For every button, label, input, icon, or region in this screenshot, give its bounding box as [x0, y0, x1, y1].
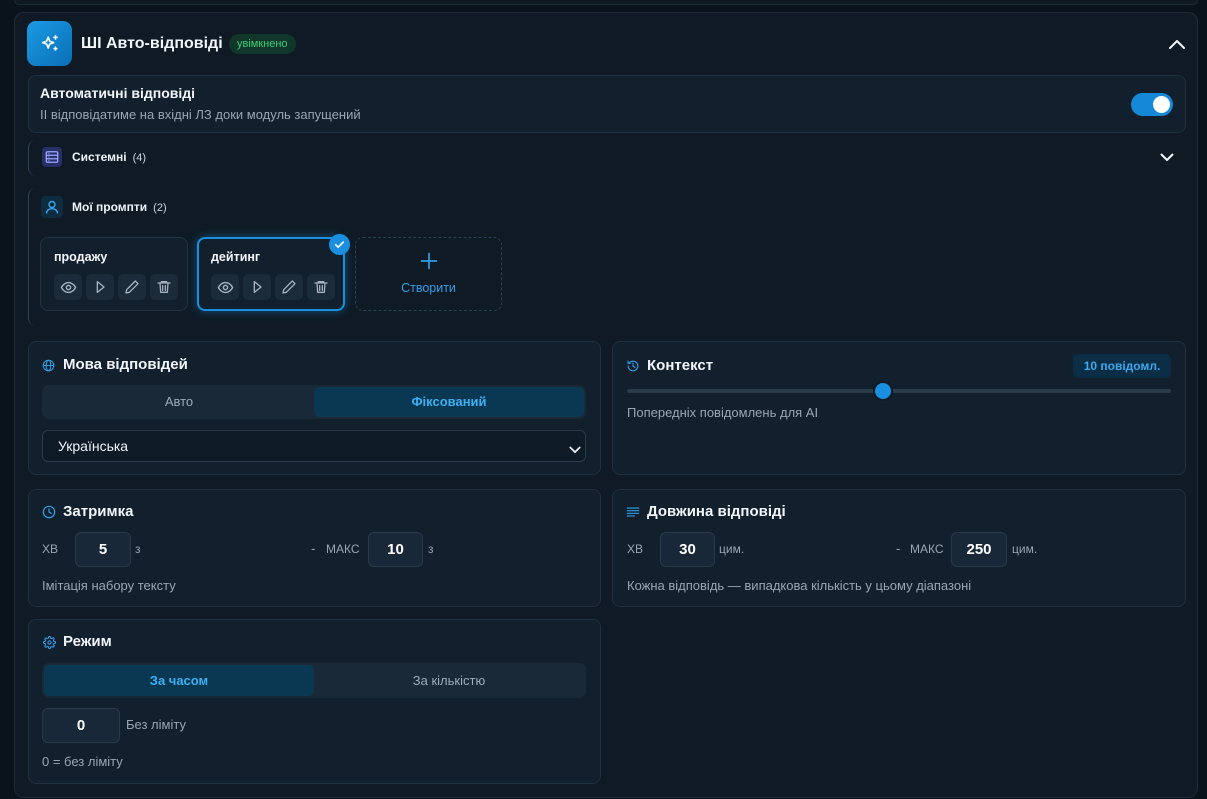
language-mode-auto[interactable]: Авто — [44, 387, 314, 417]
eye-icon[interactable] — [54, 274, 82, 300]
mode-by-count[interactable]: За кількістю — [314, 665, 584, 696]
length-min-input[interactable] — [660, 532, 715, 567]
auto-replies-title: Автоматичні відповіді — [40, 85, 196, 101]
language-select-value: Українська — [58, 438, 129, 454]
prompt-actions — [211, 274, 335, 300]
chevron-down-icon[interactable] — [1159, 150, 1175, 164]
delay-description: Імітація набору тексту — [42, 578, 176, 593]
user-icon — [41, 196, 63, 218]
system-prompts-count: (4) — [132, 152, 147, 164]
delay-min-label: ХВ — [42, 542, 59, 556]
my-prompts-label: Мої промпти (2) — [72, 199, 167, 216]
my-prompts-label-text: Мої промпти — [72, 200, 148, 214]
length-max-unit: цим. — [1012, 542, 1038, 556]
length-separator: - — [896, 541, 901, 556]
context-count-badge: 10 повідомл. — [1073, 354, 1171, 378]
limit-hint: 0 = без ліміту — [42, 754, 123, 769]
pencil-icon[interactable] — [118, 274, 146, 300]
system-prompts-label: Системні (4) — [72, 149, 146, 166]
create-prompt-button[interactable]: Створити — [355, 237, 502, 311]
globe-icon — [42, 358, 55, 372]
prompt-actions — [54, 274, 178, 300]
auto-replies-row — [28, 75, 1186, 133]
trash-icon[interactable] — [150, 274, 178, 300]
system-prompts-header[interactable] — [28, 140, 1186, 176]
context-slider-thumb[interactable] — [874, 383, 891, 399]
play-icon[interactable] — [243, 274, 271, 300]
delay-title: Затримка — [63, 503, 134, 520]
my-prompts-count: (2) — [153, 202, 167, 214]
context-description: Попередніх повідомлень для АІ — [627, 405, 819, 420]
length-max-label: МАКС — [910, 542, 944, 556]
clock-icon — [42, 505, 56, 519]
delay-min-input[interactable] — [75, 532, 131, 567]
language-select[interactable]: Українська — [42, 430, 586, 462]
language-mode-fixed[interactable]: Фіксований — [314, 387, 584, 417]
create-prompt-label: Створити — [401, 281, 456, 295]
previous-panel-edge — [14, 0, 1198, 5]
length-title: Довжина відповіді — [647, 503, 786, 520]
mode-by-time[interactable]: За часом — [44, 665, 314, 696]
gear-icon — [42, 635, 56, 649]
language-title: Мова відповідей — [63, 356, 188, 373]
context-slider-track[interactable] — [627, 389, 1171, 393]
selected-check-icon — [329, 234, 350, 255]
length-min-label: ХВ — [627, 542, 644, 556]
system-prompts-label-text: Системні — [72, 150, 127, 164]
limit-label: Без ліміту — [126, 717, 186, 732]
delay-separator: - — [311, 541, 316, 556]
length-max-input[interactable] — [951, 532, 1007, 567]
delay-max-label: МАКС — [326, 542, 360, 556]
auto-replies-description: ІІ відповідатиме на вхідні ЛЗ доки модул… — [40, 107, 361, 122]
status-badge: увімкнено — [229, 34, 296, 54]
mode-switch: За часом За кількістю — [42, 663, 586, 698]
delay-min-unit: з — [135, 542, 141, 556]
chevron-down-icon — [569, 441, 581, 459]
prompt-card[interactable]: продажу — [40, 237, 188, 311]
text-lines-icon — [626, 505, 640, 519]
context-title: Контекст — [647, 357, 714, 374]
mode-title: Режим — [63, 633, 112, 650]
eye-icon[interactable] — [211, 274, 239, 300]
length-min-unit: цим. — [719, 542, 745, 556]
length-description: Кожна відповідь — випадкова кількість у … — [627, 578, 972, 593]
my-prompts-bracket — [28, 188, 38, 326]
language-mode-switch: Авто Фіксований — [42, 385, 586, 419]
prompt-name: дейтинг — [211, 250, 261, 264]
panel-title: ШІ Авто-відповіді — [81, 35, 223, 52]
sparkles-icon — [27, 21, 72, 66]
chevron-up-icon[interactable] — [1166, 35, 1188, 53]
prompt-card[interactable]: дейтинг — [197, 237, 345, 311]
list-icon — [42, 147, 62, 167]
plus-icon — [356, 251, 501, 271]
delay-max-unit: з — [428, 542, 434, 556]
prompt-name: продажу — [54, 250, 108, 264]
play-icon[interactable] — [86, 274, 114, 300]
pencil-icon[interactable] — [275, 274, 303, 300]
history-icon — [626, 359, 640, 373]
auto-replies-toggle[interactable] — [1131, 93, 1173, 116]
toggle-knob — [1153, 96, 1170, 113]
limit-input[interactable] — [42, 708, 120, 743]
delay-max-input[interactable] — [368, 532, 423, 567]
trash-icon[interactable] — [307, 274, 335, 300]
